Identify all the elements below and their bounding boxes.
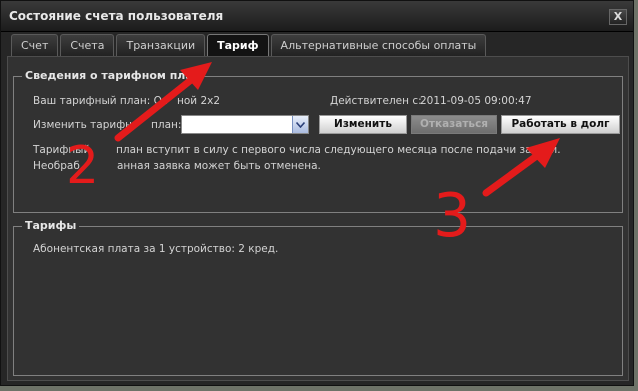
annotation-number-3: 3 xyxy=(433,181,472,251)
annotation-number-2: 2 xyxy=(66,136,100,196)
arrow-icon xyxy=(482,138,560,197)
arrow-icon xyxy=(114,62,212,142)
